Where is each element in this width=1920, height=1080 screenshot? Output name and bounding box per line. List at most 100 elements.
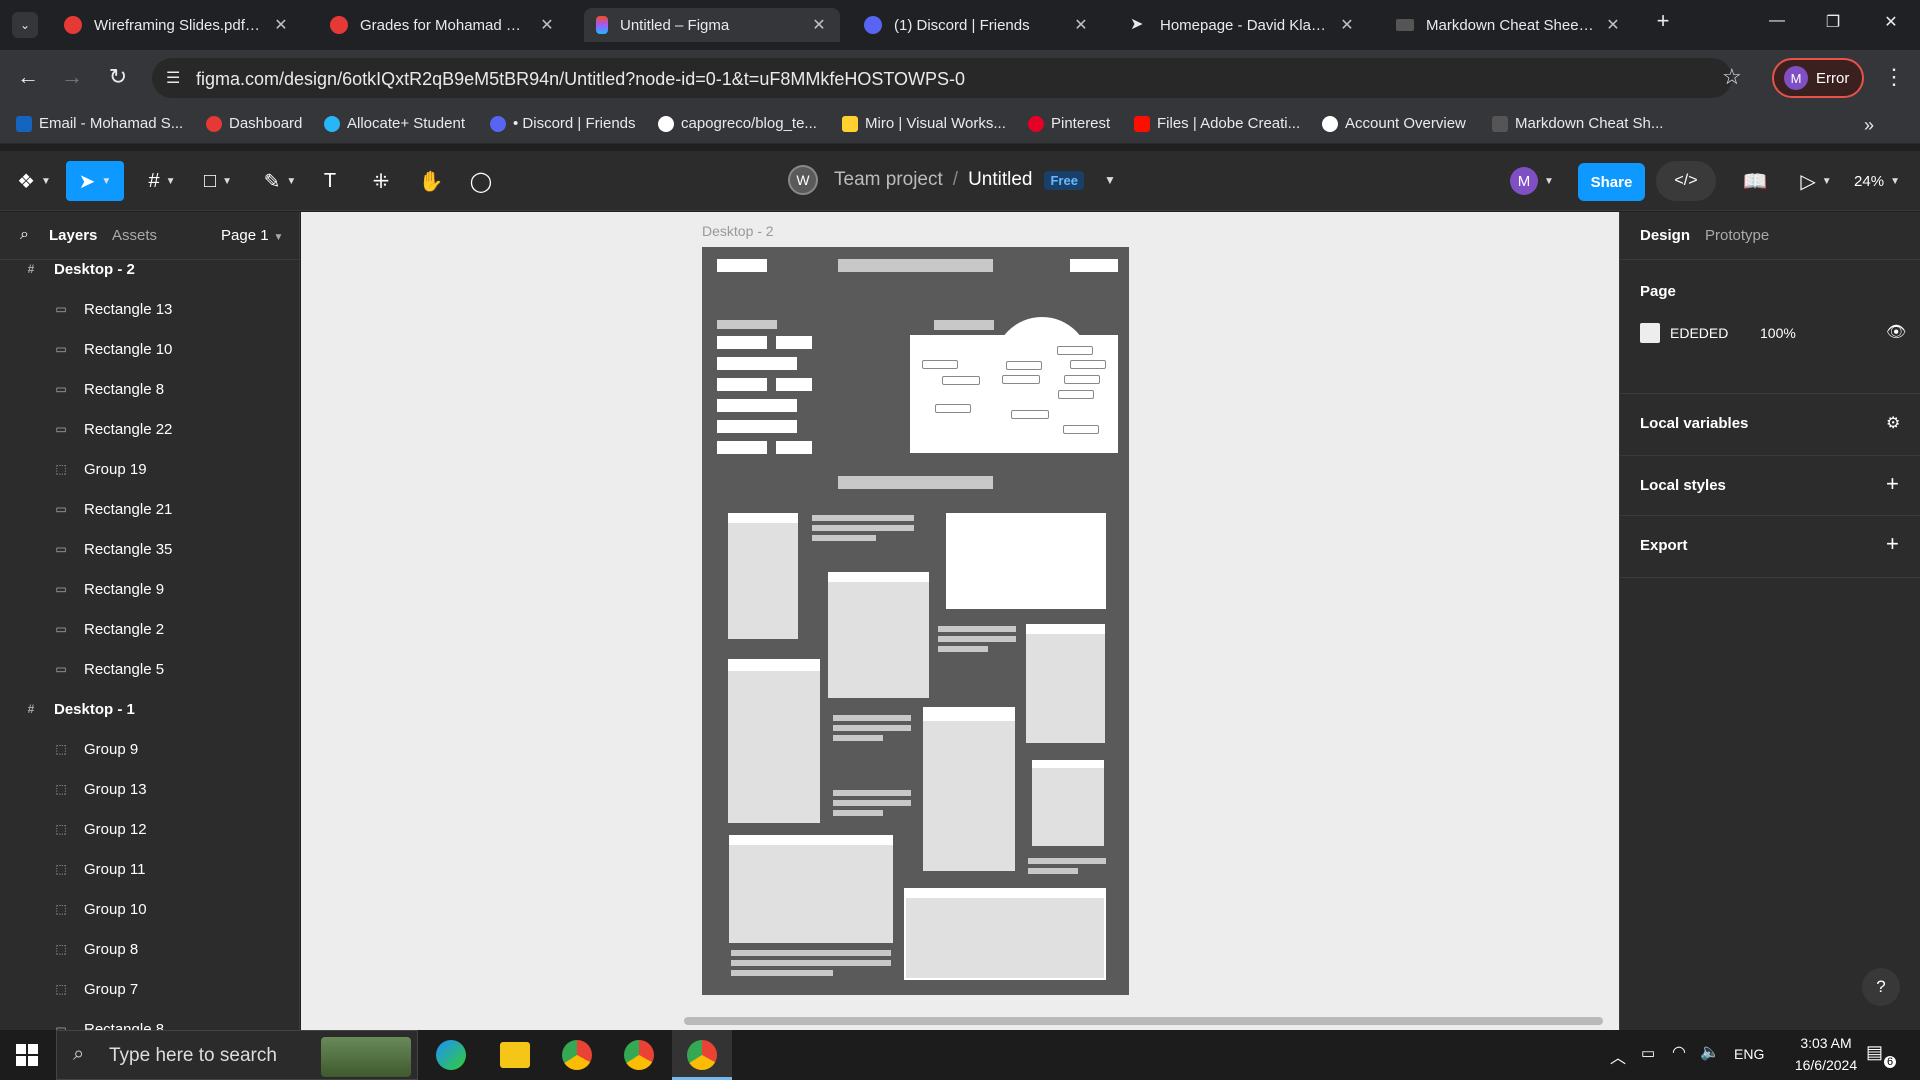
wireframe-pill[interactable] bbox=[1057, 346, 1093, 355]
bookmark-miro[interactable]: Miro | Visual Works... bbox=[842, 115, 1006, 132]
comment-tool-button[interactable]: ◯ bbox=[466, 161, 496, 201]
wireframe-text-block[interactable] bbox=[717, 441, 767, 454]
wireframe-image-block[interactable] bbox=[728, 513, 798, 639]
wireframe-text-block[interactable] bbox=[776, 378, 812, 391]
wireframe-image-block[interactable] bbox=[923, 707, 1015, 871]
layer-row[interactable]: ⬚ Group 12 bbox=[0, 809, 299, 849]
close-icon[interactable]: ✕ bbox=[810, 15, 828, 35]
wireframe-text-block[interactable] bbox=[717, 357, 797, 370]
tab-design[interactable]: Design bbox=[1640, 227, 1690, 244]
chevron-up-icon[interactable]: ︿ bbox=[1610, 1044, 1626, 1068]
help-button[interactable]: ? bbox=[1862, 968, 1900, 1006]
desktop-2-frame[interactable] bbox=[702, 247, 1129, 995]
forward-button[interactable]: → bbox=[58, 64, 86, 90]
plus-icon[interactable]: + bbox=[1886, 531, 1899, 557]
wireframe-text-block[interactable] bbox=[717, 399, 797, 412]
wireframe-image-block[interactable] bbox=[946, 513, 1106, 609]
wireframe-caption-line[interactable] bbox=[833, 800, 911, 806]
eye-icon[interactable]: 👁 bbox=[1886, 322, 1906, 342]
dev-mode-toggle[interactable]: </> bbox=[1656, 161, 1716, 201]
wireframe-text-block[interactable] bbox=[717, 378, 767, 391]
library-button[interactable]: 📖 bbox=[1740, 161, 1770, 201]
search-icon[interactable]: ⌕ bbox=[20, 226, 29, 244]
minimize-button[interactable]: — bbox=[1762, 12, 1792, 30]
tab-search-button[interactable]: ⌄ bbox=[12, 12, 38, 38]
input-language[interactable]: ENG bbox=[1734, 1046, 1764, 1062]
file-name[interactable]: Untitled bbox=[968, 169, 1032, 191]
zoom-menu[interactable]: 24% ▼ bbox=[1850, 161, 1904, 201]
close-icon[interactable]: ✕ bbox=[272, 15, 290, 35]
wireframe-pill[interactable] bbox=[1006, 361, 1042, 370]
main-menu-button[interactable]: ❖ ▼ bbox=[14, 161, 54, 201]
restore-button[interactable]: ❐ bbox=[1818, 12, 1848, 32]
wireframe-image-block[interactable] bbox=[1026, 624, 1105, 743]
wireframe-pill[interactable] bbox=[935, 404, 971, 413]
user-avatar-button[interactable]: M ▼ bbox=[1506, 161, 1558, 201]
edge-icon[interactable] bbox=[436, 1040, 466, 1070]
taskbar-chrome-active[interactable] bbox=[672, 1030, 732, 1080]
taskbar-search-box[interactable]: ⌕ Type here to search bbox=[56, 1030, 418, 1080]
wireframe-caption-line[interactable] bbox=[938, 646, 988, 652]
layer-row[interactable]: # Desktop - 1 bbox=[0, 689, 299, 729]
wireframe-pill[interactable] bbox=[922, 360, 958, 369]
page-color-hex[interactable]: EDEDED bbox=[1670, 325, 1728, 341]
bookmark-discord[interactable]: • Discord | Friends bbox=[490, 115, 636, 132]
tab-grades[interactable]: Grades for Mohamad Shah ✕ bbox=[318, 8, 568, 42]
wireframe-caption-line[interactable] bbox=[833, 725, 911, 731]
move-tool-button[interactable]: ➤ ▼ bbox=[66, 161, 124, 201]
wireframe-pill[interactable] bbox=[1070, 360, 1106, 369]
chrome-icon[interactable] bbox=[562, 1040, 592, 1070]
wireframe-caption-line[interactable] bbox=[938, 636, 1016, 642]
present-button[interactable]: ▷ ▼ bbox=[1796, 161, 1836, 201]
bookmark-dashboard[interactable]: Dashboard bbox=[206, 115, 302, 132]
layer-row[interactable]: ▭ Rectangle 8 bbox=[0, 369, 299, 409]
wireframe-text-block[interactable] bbox=[776, 441, 812, 454]
tab-figma-untitled[interactable]: Untitled – Figma ✕ bbox=[584, 8, 840, 42]
page-opacity[interactable]: 100% bbox=[1760, 325, 1796, 341]
layer-row[interactable]: # Desktop - 2 bbox=[0, 249, 299, 289]
new-tab-button[interactable]: + bbox=[1648, 8, 1678, 34]
resources-button[interactable]: ⁜ bbox=[366, 161, 396, 201]
tab-layers[interactable]: Layers bbox=[49, 227, 97, 244]
wireframe-image-block[interactable] bbox=[828, 572, 929, 698]
bookmark-allocate[interactable]: Allocate+ Student bbox=[324, 115, 465, 132]
layer-row[interactable]: ⬚ Group 13 bbox=[0, 769, 299, 809]
reload-button[interactable]: ↻ bbox=[104, 64, 132, 90]
layer-row[interactable]: ▭ Rectangle 5 bbox=[0, 649, 299, 689]
wireframe-image-block[interactable] bbox=[904, 888, 1106, 980]
wireframe-text-block[interactable] bbox=[776, 336, 812, 349]
chrome-profile-icon[interactable] bbox=[624, 1040, 654, 1070]
wireframe-caption-line[interactable] bbox=[938, 626, 1016, 632]
close-icon[interactable]: ✕ bbox=[538, 15, 556, 35]
site-settings-icon[interactable]: ☰ bbox=[166, 68, 180, 88]
share-button[interactable]: Share bbox=[1578, 163, 1645, 201]
wireframe-card-label[interactable] bbox=[934, 320, 994, 330]
pen-tool-button[interactable]: ✎ ▼ bbox=[258, 161, 302, 201]
bookmark-star-icon[interactable]: ☆ bbox=[1722, 64, 1742, 90]
frame-tool-button[interactable]: # ▼ bbox=[140, 161, 184, 201]
wireframe-image-block[interactable] bbox=[728, 659, 820, 823]
plan-badge[interactable]: Free bbox=[1044, 170, 1084, 190]
chevron-down-icon[interactable]: ▼ bbox=[1104, 173, 1116, 187]
wireframe-caption-line[interactable] bbox=[812, 525, 914, 531]
wireframe-image-block[interactable] bbox=[729, 835, 893, 943]
wireframe-section-title[interactable] bbox=[838, 476, 993, 489]
wireframe-caption-line[interactable] bbox=[1028, 858, 1106, 864]
tab-markdown-cheat-sheet[interactable]: Markdown Cheat Sheet | M ✕ bbox=[1384, 8, 1634, 42]
wireframe-logo-block[interactable] bbox=[717, 259, 767, 272]
layer-row[interactable]: ▭ Rectangle 10 bbox=[0, 329, 299, 369]
wireframe-caption-line[interactable] bbox=[833, 810, 883, 816]
local-styles-section[interactable]: Local styles + bbox=[1620, 456, 1920, 516]
wireframe-caption-line[interactable] bbox=[833, 790, 911, 796]
page-selector[interactable]: Page 1 ▼ bbox=[221, 227, 283, 244]
plus-icon[interactable]: + bbox=[1886, 471, 1899, 497]
layer-row[interactable]: ▭ Rectangle 8 bbox=[0, 1009, 299, 1031]
wireframe-caption-line[interactable] bbox=[731, 950, 891, 956]
wireframe-text-block[interactable] bbox=[717, 420, 797, 433]
tab-prototype[interactable]: Prototype bbox=[1705, 227, 1769, 244]
tab-homepage-david-klaus[interactable]: ➤ Homepage - David Klaus - ✕ bbox=[1118, 8, 1368, 42]
file-explorer-icon[interactable] bbox=[500, 1042, 530, 1068]
wireframe-caption-line[interactable] bbox=[731, 960, 891, 966]
wireframe-hero-card[interactable] bbox=[910, 317, 1118, 453]
wireframe-pill[interactable] bbox=[1058, 390, 1094, 399]
